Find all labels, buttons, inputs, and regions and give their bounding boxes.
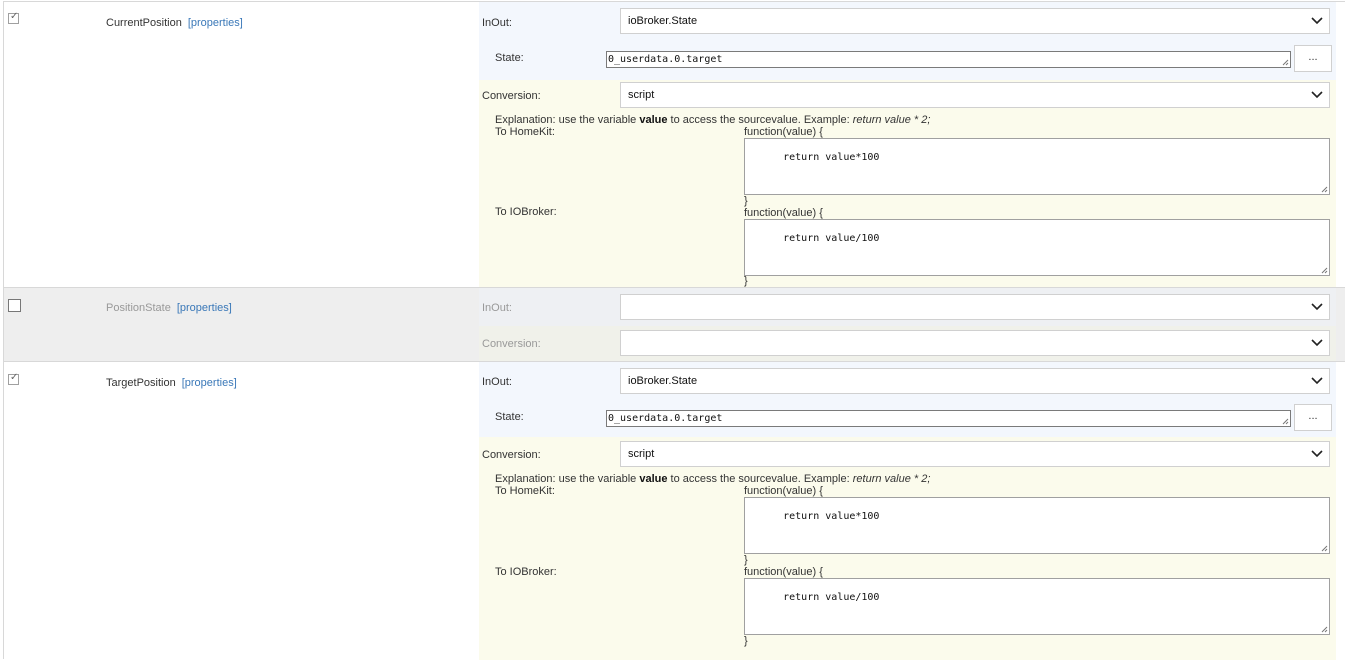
row-border [3, 288, 4, 361]
properties-link[interactable]: [properties] [188, 17, 243, 29]
to-iobroker-fn-close: } [744, 635, 748, 647]
state-label: State: [495, 52, 524, 64]
explanation-text: Explanation: use the variable value to a… [495, 473, 930, 485]
state-label: State: [495, 411, 524, 423]
characteristic-row-current-position: ✓ CurrentPosition [properties] InOut: ioB… [3, 1, 1345, 288]
enable-checkbox[interactable]: ✓ [8, 372, 19, 385]
conversion-select-value: script [628, 448, 655, 460]
inout-label: InOut: [482, 376, 512, 388]
conversion-select-value: script [628, 89, 655, 101]
state-input[interactable]: 0_userdata.0.target [606, 51, 1291, 68]
chevron-down-icon [1311, 9, 1323, 33]
enable-checkbox[interactable]: ✓ [8, 11, 19, 24]
to-iobroker-fn-open: function(value) { [744, 207, 823, 219]
conversion-label: Conversion: [482, 338, 541, 350]
conversion-select[interactable]: script [620, 82, 1330, 108]
to-homekit-label: To HomeKit: [495, 126, 555, 138]
to-homekit-label: To HomeKit: [495, 485, 555, 497]
to-iobroker-code: return value/100 [783, 592, 880, 603]
resize-grip-icon[interactable] [1321, 626, 1328, 633]
inout-section: InOut: ioBroker.State State: 0_userdata.… [479, 362, 1336, 437]
to-homekit-fn-close: } [744, 195, 748, 207]
to-homekit-fn-open: function(value) { [744, 485, 823, 497]
inout-section: InOut: [479, 288, 1336, 326]
to-homekit-code-editor[interactable]: return value*100 [744, 497, 1330, 554]
inout-label: InOut: [482, 17, 512, 29]
conversion-label: Conversion: [482, 449, 541, 461]
conversion-section: Conversion: script Explanation: use the … [479, 437, 1336, 660]
explanation-prefix: Explanation: use the variable [495, 473, 640, 485]
inout-select-value: ioBroker.State [628, 15, 698, 27]
resize-grip-icon[interactable] [1321, 545, 1328, 552]
conversion-select[interactable]: script [620, 441, 1330, 467]
resize-grip-icon[interactable] [1282, 418, 1289, 425]
resize-grip-icon[interactable] [1321, 267, 1328, 274]
conversion-label: Conversion: [482, 90, 541, 102]
to-iobroker-fn-close: } [744, 275, 748, 287]
resize-grip-icon[interactable] [1282, 59, 1289, 66]
explanation-prefix: Explanation: use the variable [495, 114, 640, 126]
check-icon: ✓ [10, 11, 19, 22]
inout-label: InOut: [482, 302, 512, 314]
to-homekit-code-editor[interactable]: return value*100 [744, 138, 1330, 195]
explanation-variable: value [639, 473, 668, 485]
to-homekit-fn-close: } [744, 554, 748, 566]
characteristic-name-label: PositionState [106, 302, 171, 314]
conversion-select[interactable] [620, 330, 1330, 356]
state-input-value: 0_userdata.0.target [608, 54, 723, 65]
inout-select[interactable]: ioBroker.State [620, 8, 1330, 34]
characteristic-name: PositionState [properties] [106, 302, 232, 314]
to-homekit-fn-open: function(value) { [744, 126, 823, 138]
chevron-down-icon [1311, 83, 1323, 107]
properties-link[interactable]: [properties] [177, 302, 232, 314]
characteristic-name: TargetPosition [properties] [106, 377, 237, 389]
to-iobroker-label: To IOBroker: [495, 206, 557, 218]
browse-state-button[interactable]: ... [1294, 404, 1332, 431]
enable-checkbox[interactable] [8, 299, 21, 312]
properties-link[interactable]: [properties] [182, 377, 237, 389]
resize-grip-icon[interactable] [1321, 186, 1328, 193]
inout-select-value: ioBroker.State [628, 375, 698, 387]
explanation-mid: to access the sourcevalue. Example: [667, 114, 853, 126]
chevron-down-icon [1311, 442, 1323, 466]
characteristic-name-label: TargetPosition [106, 377, 176, 389]
to-iobroker-label: To IOBroker: [495, 566, 557, 578]
chevron-down-icon [1311, 369, 1323, 393]
chevron-down-icon [1311, 331, 1323, 355]
chevron-down-icon [1311, 295, 1323, 319]
check-icon: ✓ [10, 372, 19, 383]
browse-state-button[interactable]: ... [1294, 45, 1332, 72]
to-iobroker-fn-open: function(value) { [744, 566, 823, 578]
inout-select[interactable]: ioBroker.State [620, 368, 1330, 394]
characteristic-row-target-position: ✓ TargetPosition [properties] InOut: ioBr… [3, 361, 1345, 660]
explanation-example: return value * 2; [852, 114, 931, 126]
explanation-example: return value * 2; [852, 473, 931, 485]
explanation-variable: value [639, 114, 668, 126]
to-homekit-code: return value*100 [783, 152, 880, 163]
to-homekit-code: return value*100 [783, 511, 880, 522]
to-iobroker-code-editor[interactable]: return value/100 [744, 578, 1330, 635]
characteristic-name: CurrentPosition [properties] [106, 17, 243, 29]
to-iobroker-code-editor[interactable]: return value/100 [744, 219, 1330, 276]
inout-select[interactable] [620, 294, 1330, 320]
characteristic-name-label: CurrentPosition [106, 17, 182, 29]
explanation-mid: to access the sourcevalue. Example: [667, 473, 853, 485]
inout-section: InOut: ioBroker.State State: 0_userdata.… [479, 2, 1336, 80]
conversion-section: Conversion: [479, 326, 1336, 361]
state-input[interactable]: 0_userdata.0.target [606, 410, 1291, 427]
conversion-section: Conversion: script Explanation: use the … [479, 80, 1336, 288]
characteristic-row-position-state: PositionState [properties] InOut: Convers… [3, 287, 1345, 361]
state-input-value: 0_userdata.0.target [608, 413, 723, 424]
explanation-text: Explanation: use the variable value to a… [495, 114, 930, 126]
to-iobroker-code: return value/100 [783, 233, 880, 244]
row-border [3, 362, 4, 659]
row-border [3, 2, 4, 287]
